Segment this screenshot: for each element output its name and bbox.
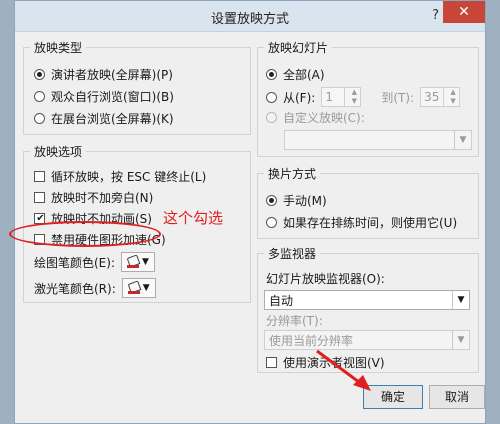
pen-icon [127,256,140,268]
all-slides-row[interactable]: 全部(A) [266,66,325,83]
monitors-title: 多监视器 [264,245,321,262]
laser-color-label: 激光笔颜色(R): [34,281,116,296]
chevron-down-icon[interactable]: ▼ [452,331,469,349]
custom-show-select[interactable]: ▼ [284,130,472,150]
loop-checkbox-row[interactable]: 循环放映，按 ESC 键终止(L) [34,168,206,185]
to-spinner[interactable]: 35 ▲ ▼ [420,87,461,107]
from-value: 1 [325,90,333,104]
to-value: 35 [424,90,440,104]
manual-label: 手动(M) [283,194,327,208]
annotation-arrow-icon [316,349,371,391]
pen-icon [127,282,140,294]
slide-show-settings-dialog: 设置放映方式 ? ✕ 放映类型 演讲者放映(全屏幕)(P) 观众自行浏览(窗口)… [9,0,486,424]
checkbox[interactable] [266,357,277,368]
show-type-kiosk[interactable]: 在展台浏览(全屏幕)(K) [34,110,174,127]
custom-show-row: 自定义放映(C): [266,109,365,126]
radio-icon[interactable] [266,195,277,206]
resolution-label-row: 分辨率(T): [266,312,323,329]
show-type-group: 放映类型 演讲者放映(全屏幕)(P) 观众自行浏览(窗口)(B) 在展台浏览(全… [23,39,251,135]
monitor-label-row: 幻灯片放映监视器(O): [266,270,385,287]
all-slides-label: 全部(A) [283,68,325,82]
checkbox-label: 循环放映，按 ESC 键终止(L) [51,170,207,184]
radio-icon[interactable] [34,113,45,124]
slides-group: 放映幻灯片 全部(A) 从(F): 1 ▲ ▼ 到(T): 35 ▲ ▼ 自定义放映(C… [257,39,479,157]
radio-icon[interactable] [266,69,277,80]
radio-icon[interactable] [34,69,45,80]
radio-icon[interactable] [266,112,277,123]
annotation-ellipse [9,221,161,247]
pen-color-row: 绘图笔颜色(E): ▼ [34,252,155,272]
radio-icon[interactable] [266,217,277,228]
spinner-arrows-icon[interactable]: ▲ ▼ [344,88,360,106]
cancel-button[interactable]: 取消 [429,385,485,409]
title-bar: 设置放映方式 ? ✕ [15,1,485,32]
range-row: 从(F): 1 ▲ ▼ 到(T): 35 ▲ ▼ [266,87,461,107]
pen-color-label: 绘图笔颜色(E): [34,255,115,270]
background-window-left [0,0,14,424]
option-label: 演讲者放映(全屏幕)(P) [51,68,173,82]
custom-show-label: 自定义放映(C): [283,111,365,125]
timed-label: 如果存在排练时间，则使用它(U) [283,216,458,230]
spinner-arrows-icon[interactable]: ▲ ▼ [443,88,459,106]
timed-advance-row[interactable]: 如果存在排练时间，则使用它(U) [266,214,457,231]
laser-color-row: 激光笔颜色(R): ▼ [34,278,156,298]
advance-title: 换片方式 [264,165,321,182]
show-type-window[interactable]: 观众自行浏览(窗口)(B) [34,88,174,105]
checkbox-label: 放映时不加旁白(N) [51,191,154,205]
chevron-down-icon[interactable]: ▼ [454,131,471,149]
monitor-value: 自动 [269,293,294,308]
show-type-presenter[interactable]: 演讲者放映(全屏幕)(P) [34,66,173,83]
monitor-select[interactable]: 自动 ▼ [264,290,470,310]
resolution-select[interactable]: 使用当前分辨率 ▼ [264,330,470,350]
resolution-value: 使用当前分辨率 [269,333,354,348]
help-button[interactable]: ? [432,8,439,23]
option-label: 观众自行浏览(窗口)(B) [51,90,174,104]
dialog-title: 设置放映方式 [210,12,289,27]
close-button[interactable]: ✕ [443,1,485,23]
from-spinner[interactable]: 1 ▲ ▼ [321,87,362,107]
resolution-label: 分辨率(T): [266,314,323,328]
radio-icon[interactable] [34,91,45,102]
show-options-title: 放映选项 [30,143,87,160]
option-label: 在展台浏览(全屏幕)(K) [51,112,174,126]
from-label: 从(F): [283,90,316,105]
show-type-title: 放映类型 [30,39,87,56]
slides-title: 放映幻灯片 [264,39,333,56]
chevron-down-icon[interactable]: ▼ [452,291,469,309]
advance-group: 换片方式 手动(M) 如果存在排练时间，则使用它(U) [257,165,479,239]
dropdown-arrow-icon: ▼ [142,283,150,293]
background-window-right [486,0,500,424]
checkbox[interactable] [34,171,45,182]
checkbox[interactable] [34,192,45,203]
laser-color-picker[interactable]: ▼ [121,278,156,298]
monitor-label: 幻灯片放映监视器(O): [266,272,385,286]
annotation-text: 这个勾选 [163,209,224,227]
radio-icon[interactable] [266,91,277,103]
dropdown-arrow-icon: ▼ [142,257,149,267]
pen-color-picker[interactable]: ▼ [121,252,155,272]
no-narration-checkbox-row[interactable]: 放映时不加旁白(N) [34,189,153,206]
to-label: 到(T): [381,90,415,105]
manual-advance-row[interactable]: 手动(M) [266,192,327,209]
